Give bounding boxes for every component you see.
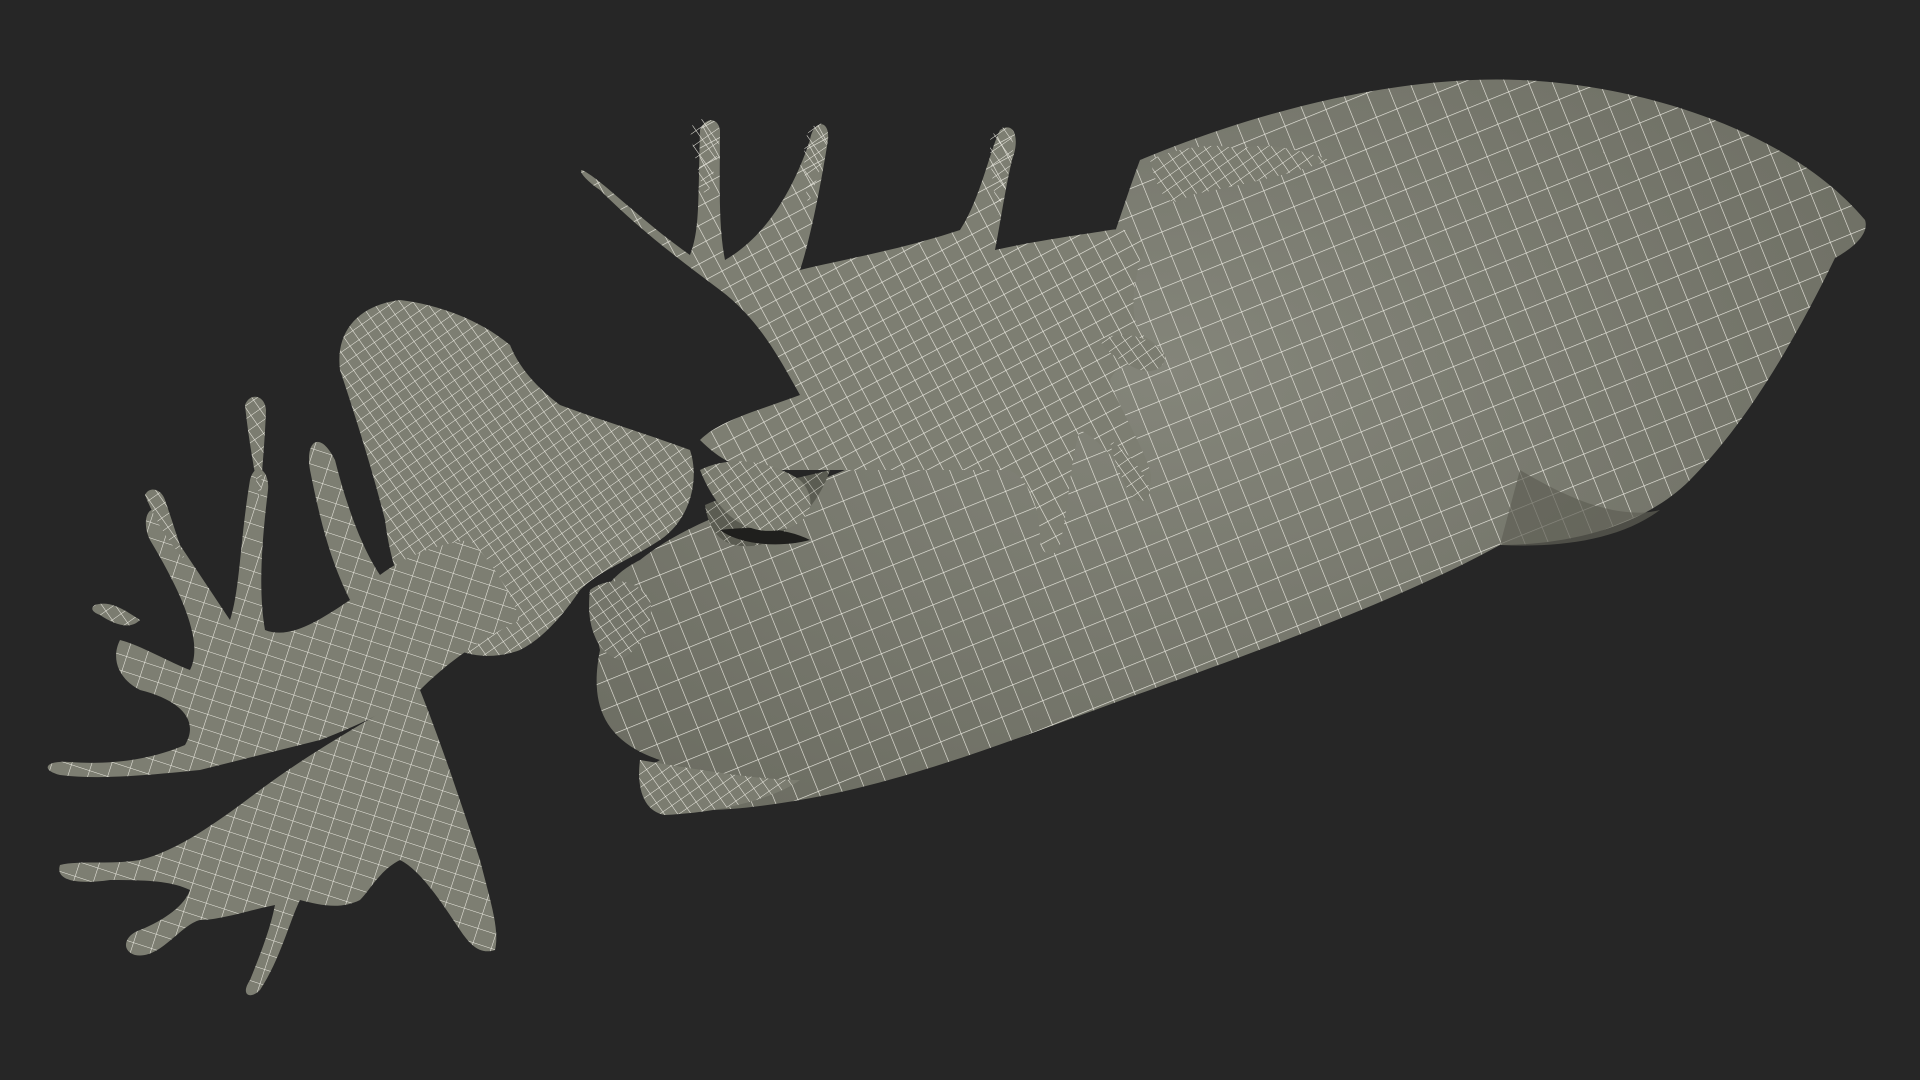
moose-model (47, 79, 1866, 996)
render-viewport (0, 0, 1920, 1080)
